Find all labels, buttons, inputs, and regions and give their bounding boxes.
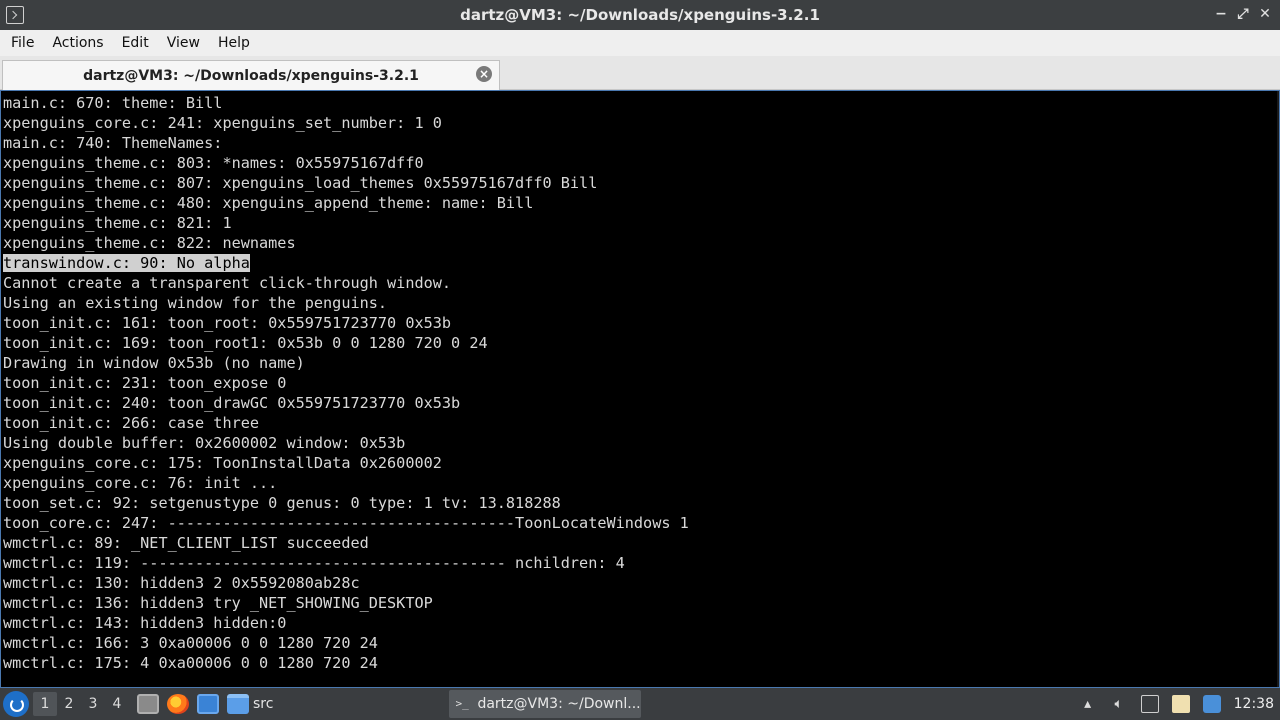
maximize-button[interactable]: ⤢ bbox=[1236, 4, 1250, 24]
show-desktop-icon[interactable] bbox=[197, 694, 219, 714]
terminal-line: main.c: 740: ThemeNames: bbox=[3, 134, 223, 152]
terminal-line: xpenguins_theme.c: 822: newnames bbox=[3, 234, 296, 252]
scrollbar[interactable] bbox=[1277, 91, 1279, 687]
terminal-line: main.c: 670: theme: Bill bbox=[3, 94, 223, 112]
menu-file[interactable]: File bbox=[4, 35, 41, 51]
tab-terminal[interactable]: dartz@VM3: ~/Downloads/xpenguins-3.2.1 × bbox=[2, 60, 500, 90]
terminal-line: wmctrl.c: 89: _NET_CLIENT_LIST succeeded bbox=[3, 534, 369, 552]
terminal-line: toon_set.c: 92: setgenustype 0 genus: 0 … bbox=[3, 494, 561, 512]
folder-src-label[interactable]: src bbox=[253, 696, 273, 712]
terminal-line: toon_init.c: 161: toon_root: 0x559751723… bbox=[3, 314, 452, 332]
terminal-line: wmctrl.c: 175: 4 0xa00006 0 0 1280 720 2… bbox=[3, 654, 378, 672]
display-icon[interactable] bbox=[1140, 695, 1159, 713]
volume-icon[interactable]: 🔈︎ bbox=[1110, 695, 1128, 713]
menu-bar: File Actions Edit View Help bbox=[0, 30, 1280, 56]
terminal-line: wmctrl.c: 143: hidden3 hidden:0 bbox=[3, 614, 287, 632]
terminal-line: toon_init.c: 266: case three bbox=[3, 414, 260, 432]
terminal-line: toon_core.c: 247: ----------------------… bbox=[3, 514, 689, 532]
close-button[interactable]: ✕ bbox=[1258, 4, 1272, 24]
start-menu-icon[interactable] bbox=[3, 691, 29, 717]
terminal-line: Cannot create a transparent click-throug… bbox=[3, 274, 452, 292]
terminal-line: xpenguins_theme.c: 803: *names: 0x559751… bbox=[3, 154, 424, 172]
terminal-output[interactable]: main.c: 670: theme: Bill xpenguins_core.c… bbox=[0, 90, 1280, 688]
window-controls: − ⤢ ✕ bbox=[1214, 4, 1272, 24]
workspace-4[interactable]: 4 bbox=[105, 692, 129, 716]
terminal-line: wmctrl.c: 136: hidden3 try _NET_SHOWING_… bbox=[3, 594, 433, 612]
tab-title: dartz@VM3: ~/Downloads/xpenguins-3.2.1 bbox=[83, 67, 419, 84]
terminal-line: wmctrl.c: 166: 3 0xa00006 0 0 1280 720 2… bbox=[3, 634, 378, 652]
terminal-line: Drawing in window 0x53b (no name) bbox=[3, 354, 305, 372]
minimize-button[interactable]: − bbox=[1214, 4, 1228, 24]
tab-bar: dartz@VM3: ~/Downloads/xpenguins-3.2.1 × bbox=[0, 56, 1280, 90]
firefox-icon[interactable] bbox=[167, 694, 189, 714]
terminal-line: wmctrl.c: 130: hidden3 2 0x5592080ab28c bbox=[3, 574, 360, 592]
terminal-app-icon[interactable] bbox=[6, 6, 24, 24]
terminal-line: toon_init.c: 240: toon_drawGC 0x55975172… bbox=[3, 394, 461, 412]
terminal-line: xpenguins_theme.c: 821: 1 bbox=[3, 214, 232, 232]
terminal-icon: >_ bbox=[455, 697, 469, 710]
terminal-line: toon_init.c: 169: toon_root1: 0x53b 0 0 … bbox=[3, 334, 488, 352]
notification-icon[interactable]: ▴ bbox=[1079, 695, 1097, 713]
menu-view[interactable]: View bbox=[160, 35, 207, 51]
terminal-line: xpenguins_core.c: 241: xpenguins_set_num… bbox=[3, 114, 442, 132]
workspace-switcher: 1 2 3 4 bbox=[33, 692, 129, 716]
network-icon[interactable] bbox=[1202, 695, 1221, 713]
window-titlebar: dartz@VM3: ~/Downloads/xpenguins-3.2.1 −… bbox=[0, 0, 1280, 30]
window-title: dartz@VM3: ~/Downloads/xpenguins-3.2.1 bbox=[460, 6, 820, 24]
clock[interactable]: 12:38 bbox=[1234, 696, 1274, 712]
terminal-line: xpenguins_theme.c: 480: xpenguins_append… bbox=[3, 194, 534, 212]
workspace-3[interactable]: 3 bbox=[81, 692, 105, 716]
files-icon[interactable] bbox=[137, 694, 159, 714]
terminal-line: Using double buffer: 0x2600002 window: 0… bbox=[3, 434, 406, 452]
terminal-line: xpenguins_core.c: 76: init ... bbox=[3, 474, 278, 492]
menu-edit[interactable]: Edit bbox=[115, 35, 156, 51]
taskbar: 1 2 3 4 src >_ dartz@VM3: ~/Downl... ▴ 🔈… bbox=[0, 688, 1280, 720]
clipboard-icon[interactable] bbox=[1171, 695, 1190, 713]
terminal-line: wmctrl.c: 119: -------------------------… bbox=[3, 554, 625, 572]
terminal-line-selected: transwindow.c: 90: No alpha bbox=[3, 254, 250, 272]
menu-help[interactable]: Help bbox=[211, 35, 257, 51]
system-tray: ▴ 🔈︎ 12:38 bbox=[1079, 688, 1280, 720]
terminal-line: toon_init.c: 231: toon_expose 0 bbox=[3, 374, 287, 392]
terminal-line: xpenguins_theme.c: 807: xpenguins_load_t… bbox=[3, 174, 598, 192]
workspace-2[interactable]: 2 bbox=[57, 692, 81, 716]
terminal-line: xpenguins_core.c: 175: ToonInstallData 0… bbox=[3, 454, 442, 472]
taskbar-window-terminal[interactable]: >_ dartz@VM3: ~/Downl... bbox=[449, 690, 642, 718]
terminal-line: Using an existing window for the penguin… bbox=[3, 294, 388, 312]
tab-close-icon[interactable]: × bbox=[476, 66, 492, 82]
folder-icon[interactable] bbox=[227, 694, 249, 714]
taskbar-window-label: dartz@VM3: ~/Downl... bbox=[477, 696, 641, 712]
menu-actions[interactable]: Actions bbox=[45, 35, 110, 51]
workspace-1[interactable]: 1 bbox=[33, 692, 57, 716]
